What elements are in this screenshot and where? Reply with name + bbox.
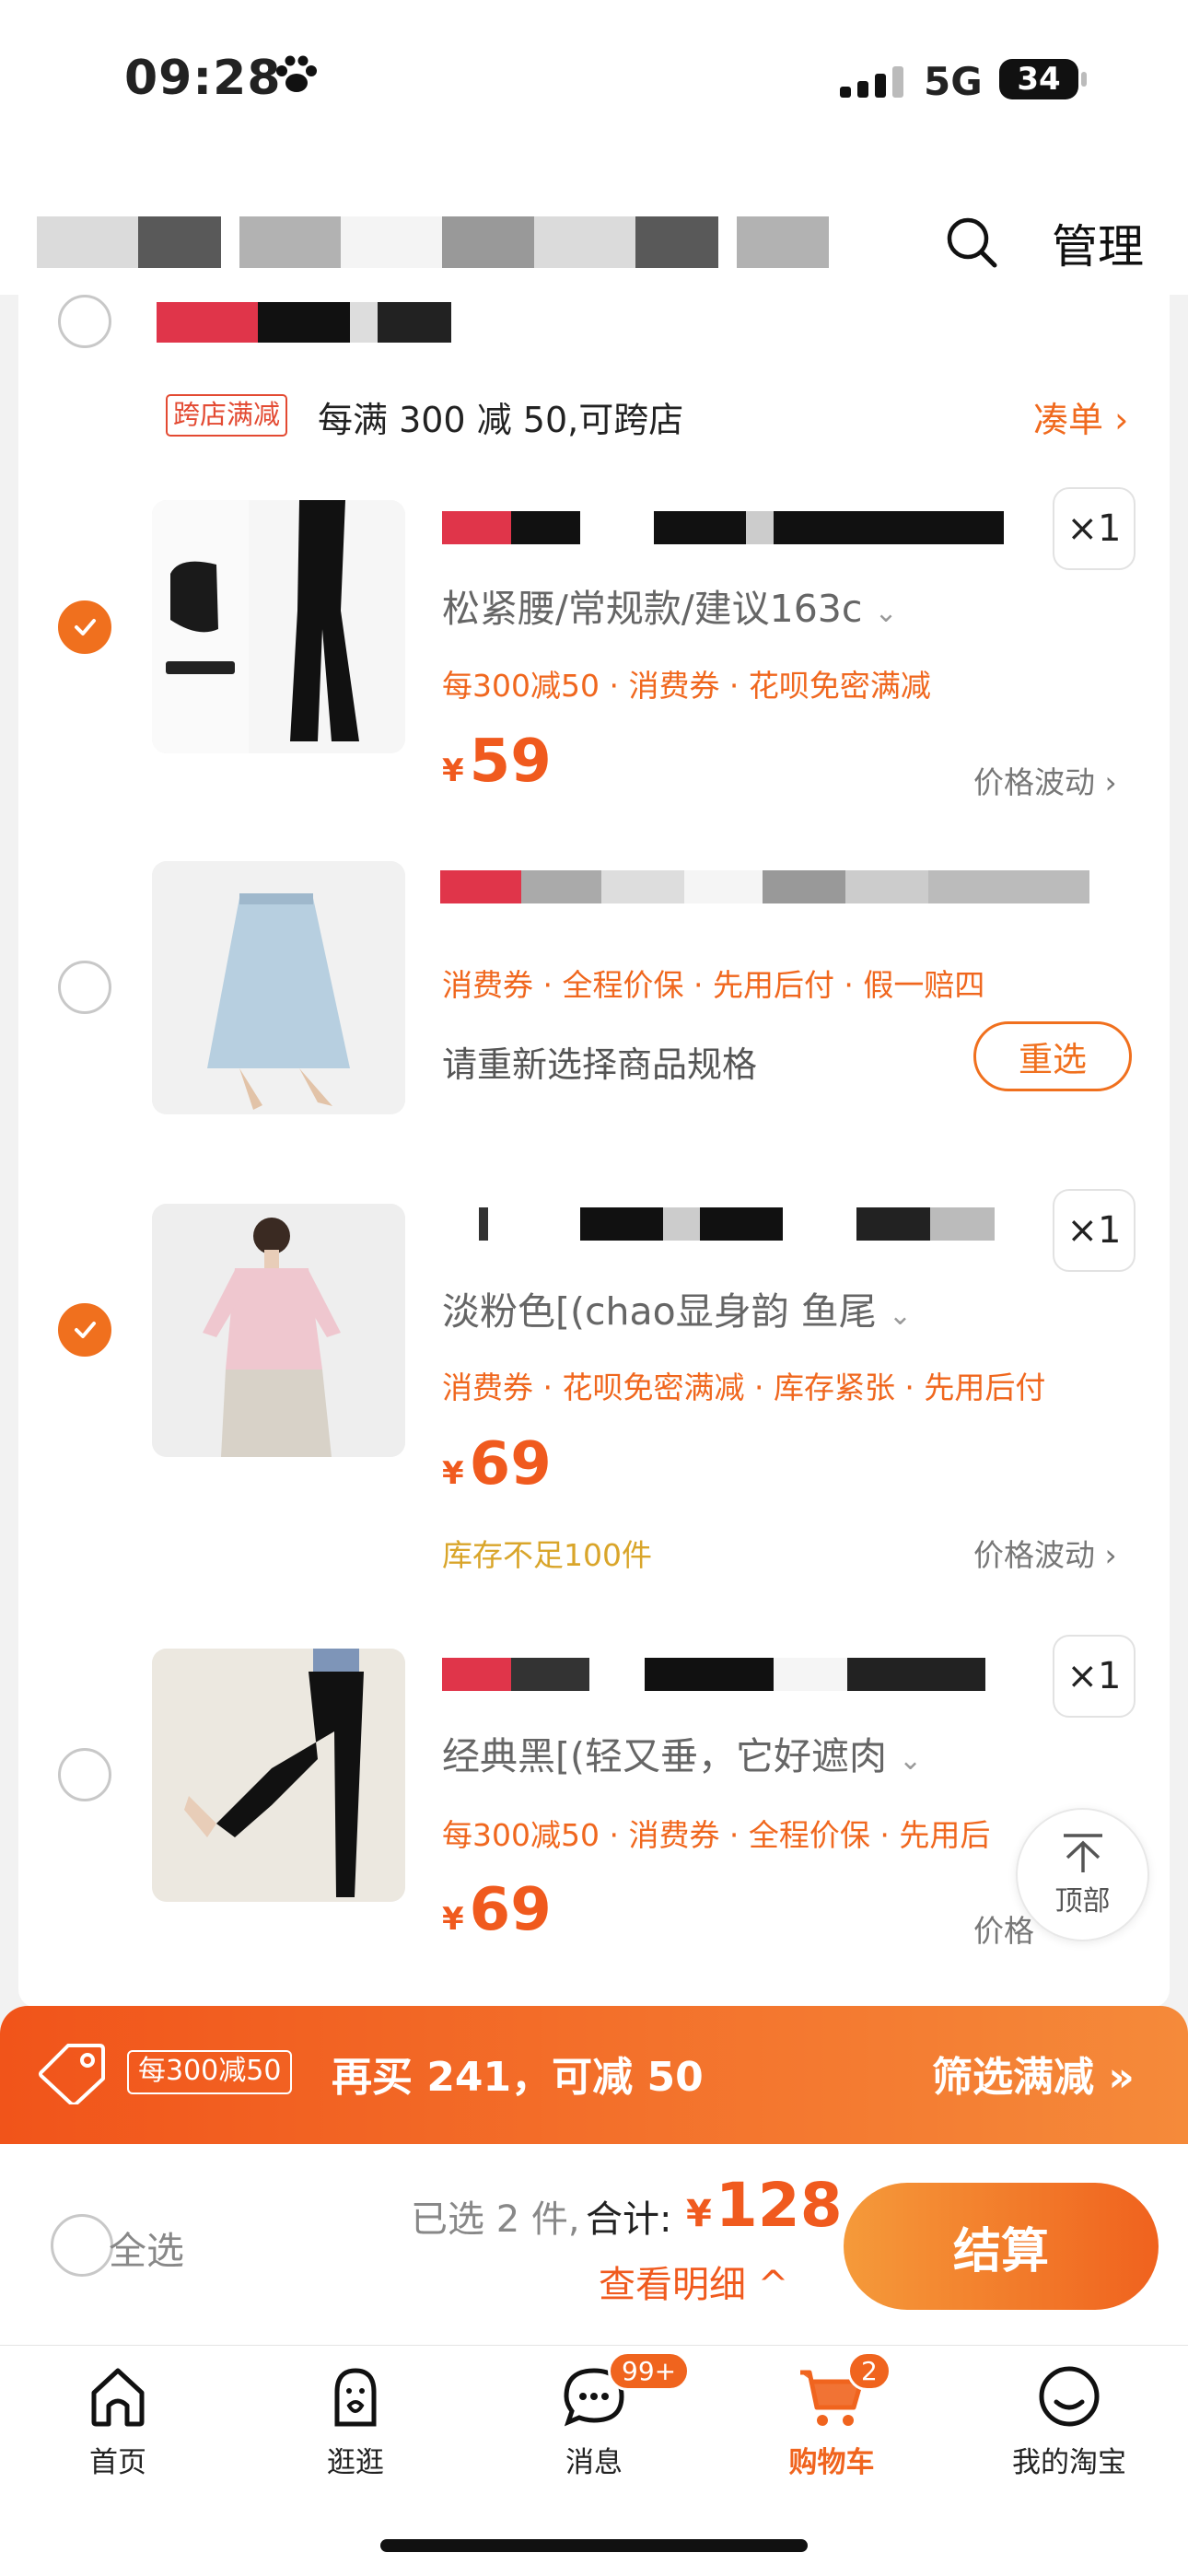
view-details-link[interactable]: 查看明细 ^	[599, 2255, 788, 2308]
product-image-1[interactable]	[152, 500, 405, 753]
tab-home[interactable]: 首页	[26, 2360, 210, 2480]
promo-bar-text: 再买 241，可减 50	[332, 2054, 704, 2101]
tab-cart[interactable]: 购物车	[740, 2360, 924, 2480]
check-icon	[75, 1322, 96, 1338]
store-name-redacted[interactable]	[157, 302, 451, 343]
reselect-button[interactable]: 重选	[973, 1021, 1132, 1091]
item-checkbox-1[interactable]	[58, 600, 111, 654]
checkout-button[interactable]: 结算	[844, 2183, 1159, 2310]
product-image-4[interactable]	[152, 1649, 405, 1902]
signal-icon	[840, 66, 903, 98]
status-time: 09:28	[124, 51, 282, 106]
item-tags-4: 每300减50 · 消费券 · 全程价保 · 先用后	[442, 1817, 991, 1853]
search-icon[interactable]	[944, 215, 999, 274]
home-indicator	[380, 2539, 808, 2552]
chevron-down-icon: ⌄	[888, 1300, 912, 1332]
battery-icon: 34	[999, 59, 1078, 99]
paw-icon	[274, 55, 319, 99]
item-title-redacted-4[interactable]	[442, 1658, 985, 1691]
product-image-3[interactable]	[152, 1204, 405, 1457]
browse-icon	[334, 2368, 377, 2427]
tab-profile[interactable]: 我的淘宝	[977, 2360, 1161, 2480]
item-title-redacted-3[interactable]	[442, 1207, 995, 1241]
tag-icon	[37, 2040, 109, 2108]
home-icon	[91, 2368, 145, 2427]
network-type: 5G	[924, 59, 983, 104]
item-spec-1[interactable]: 松紧腰/常规款/建议163c ⌄	[442, 577, 898, 633]
back-to-top-button[interactable]: 顶部	[1016, 1808, 1149, 1941]
chevron-down-icon: ⌄	[874, 597, 898, 629]
price-fluct-link-3[interactable]: 价格波动 ›	[973, 1531, 1117, 1575]
item-title-redacted-2[interactable]	[440, 870, 1089, 903]
item-qty-1[interactable]: ×1	[1053, 487, 1136, 570]
item-checkbox-3[interactable]	[58, 1303, 111, 1357]
item-tags-2: 消费券 · 全程价保 · 先用后付 · 假一赔四	[442, 967, 985, 1003]
promo-bar-tag: 每300减50	[127, 2050, 293, 2094]
reselect-notice: 请重新选择商品规格	[442, 1044, 758, 1085]
messages-badge: 99+	[608, 2351, 691, 2391]
item-price-1: ¥59	[442, 728, 552, 796]
stock-warning: 库存不足100件	[442, 1537, 652, 1573]
item-price-4: ¥69	[442, 1876, 552, 1944]
item-title-redacted-1[interactable]	[442, 511, 1004, 544]
tab-label: 购物车	[788, 2446, 875, 2479]
collect-order-link[interactable]: 凑单 ›	[1033, 391, 1128, 442]
item-spec-4[interactable]: 经典黑[(轻又垂，它好遮肉 ⌄	[442, 1725, 922, 1780]
store-checkbox[interactable]	[58, 295, 111, 348]
total-price: ¥128	[686, 2170, 843, 2241]
price-fluct-link-1[interactable]: 价格波动 ›	[973, 758, 1117, 802]
item-price-3: ¥69	[442, 1430, 552, 1498]
tab-label: 我的淘宝	[1012, 2446, 1126, 2479]
item-tags-1: 每300减50 · 消费券 · 花呗免密满减	[442, 668, 931, 704]
select-all-label[interactable]: 全选	[109, 2220, 184, 2275]
item-qty-4[interactable]: ×1	[1053, 1635, 1136, 1718]
arrow-up-icon	[1063, 1833, 1102, 1872]
select-all-checkbox[interactable]	[51, 2214, 113, 2277]
selected-count: 已选 2 件,	[411, 2198, 580, 2241]
item-checkbox-4[interactable]	[58, 1748, 111, 1801]
cart-badge: 2	[847, 2351, 891, 2391]
tab-label: 消息	[565, 2446, 623, 2479]
total-label: 合计:	[586, 2198, 672, 2241]
back-to-top-label: 顶部	[1054, 1884, 1111, 1917]
tab-label: 逛逛	[327, 2446, 384, 2479]
chevron-down-icon: ⌄	[899, 1744, 923, 1777]
item-spec-3[interactable]: 淡粉色[(chao显身韵 鱼尾 ⌄	[442, 1280, 912, 1335]
item-tags-3: 消费券 · 花呗免密满减 · 库存紧张 · 先用后付	[442, 1370, 1046, 1405]
tab-browse[interactable]: 逛逛	[263, 2360, 448, 2480]
battery-tip	[1081, 72, 1087, 87]
item-checkbox-2[interactable]	[58, 961, 111, 1014]
price-fluct-link-4[interactable]: 价格	[973, 1906, 1034, 1951]
profile-icon	[1039, 2366, 1100, 2427]
tab-label: 首页	[89, 2446, 146, 2479]
check-icon	[75, 619, 96, 635]
page-title-redacted	[37, 216, 829, 268]
cross-store-tag: 跨店满减	[166, 394, 288, 437]
product-image-2[interactable]	[152, 861, 405, 1114]
item-qty-3[interactable]: ×1	[1053, 1189, 1136, 1272]
promo-text: 每满 300 减 50,可跨店	[318, 400, 684, 440]
manage-button[interactable]: 管理	[1052, 210, 1144, 276]
filter-discount-link[interactable]: 筛选满减 »	[932, 2044, 1135, 2103]
